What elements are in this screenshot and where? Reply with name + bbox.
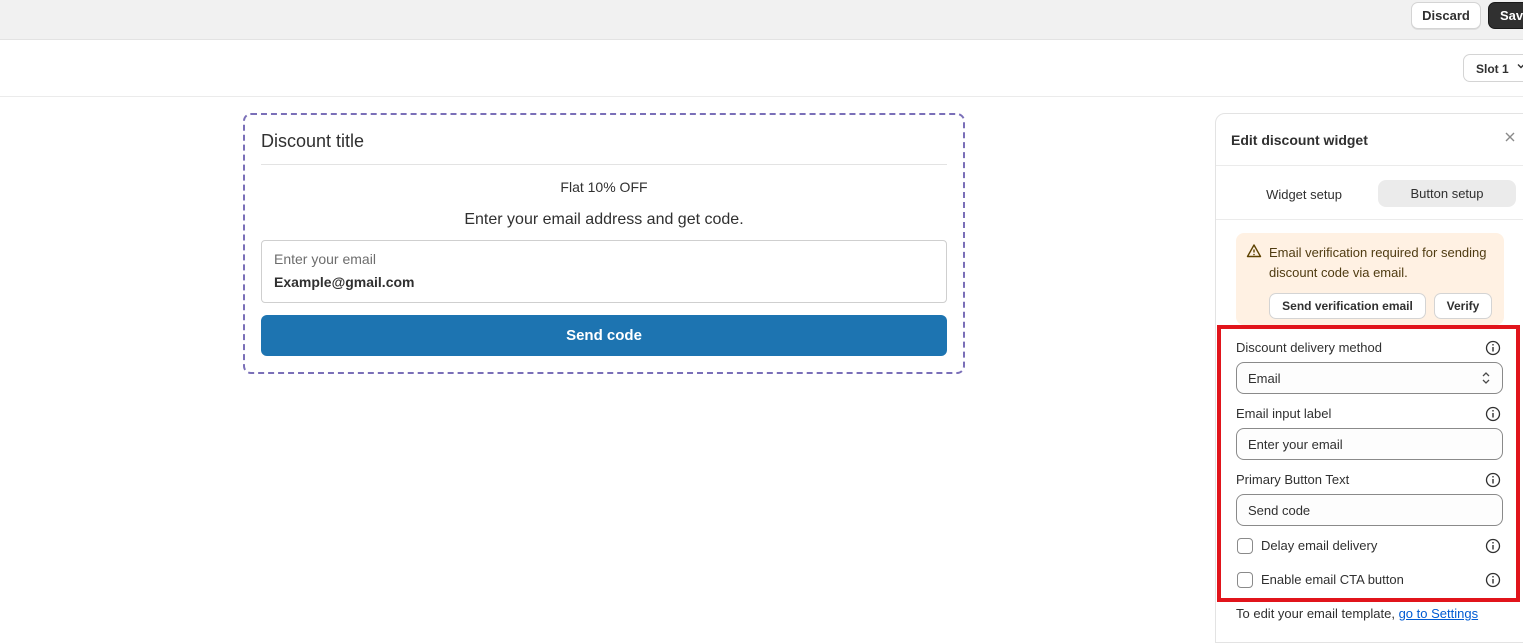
- chevron-down-icon: [1516, 61, 1523, 74]
- sub-bar: Slot 1: [0, 40, 1523, 97]
- discard-button[interactable]: Discard: [1411, 2, 1481, 29]
- panel-title: Edit discount widget: [1231, 132, 1368, 148]
- widget-title: Discount title: [261, 131, 365, 151]
- widget-email-input-value: Example@gmail.com: [274, 274, 415, 290]
- widget-description: Enter your email address and get code.: [464, 211, 744, 228]
- widget-send-code-button[interactable]: Send code: [261, 315, 947, 356]
- verify-button[interactable]: Verify: [1434, 293, 1492, 319]
- widget-email-input-label: Enter your email: [274, 251, 376, 267]
- panel-divider: [1216, 165, 1523, 166]
- tab-button-setup[interactable]: Button setup: [1378, 180, 1516, 207]
- send-verification-email-button[interactable]: Send verification email: [1269, 293, 1426, 319]
- footer-text: To edit your email template,: [1236, 606, 1399, 621]
- top-bar: Discard Save: [0, 0, 1523, 40]
- warning-icon: [1246, 243, 1262, 259]
- verification-alert: Email verification required for sending …: [1236, 233, 1504, 325]
- highlight-box: [1217, 325, 1520, 602]
- tab-widget-setup[interactable]: Widget setup: [1234, 181, 1374, 207]
- close-icon[interactable]: [1503, 130, 1517, 149]
- widget-email-input[interactable]: Enter your email Example@gmail.com: [261, 240, 947, 303]
- widget-offer: Flat 10% OFF: [560, 179, 648, 195]
- slot-select[interactable]: Slot 1: [1463, 54, 1523, 82]
- email-template-note: To edit your email template, go to Setti…: [1236, 606, 1478, 621]
- widget-divider: [261, 164, 947, 165]
- discount-widget-preview[interactable]: Discount title Flat 10% OFF Enter your e…: [243, 113, 965, 374]
- panel-divider: [1216, 219, 1523, 220]
- slot-select-value: Slot 1: [1476, 62, 1509, 76]
- save-button[interactable]: Save: [1488, 2, 1523, 29]
- go-to-settings-link[interactable]: go to Settings: [1399, 606, 1479, 621]
- alert-text: Email verification required for sending …: [1269, 245, 1487, 280]
